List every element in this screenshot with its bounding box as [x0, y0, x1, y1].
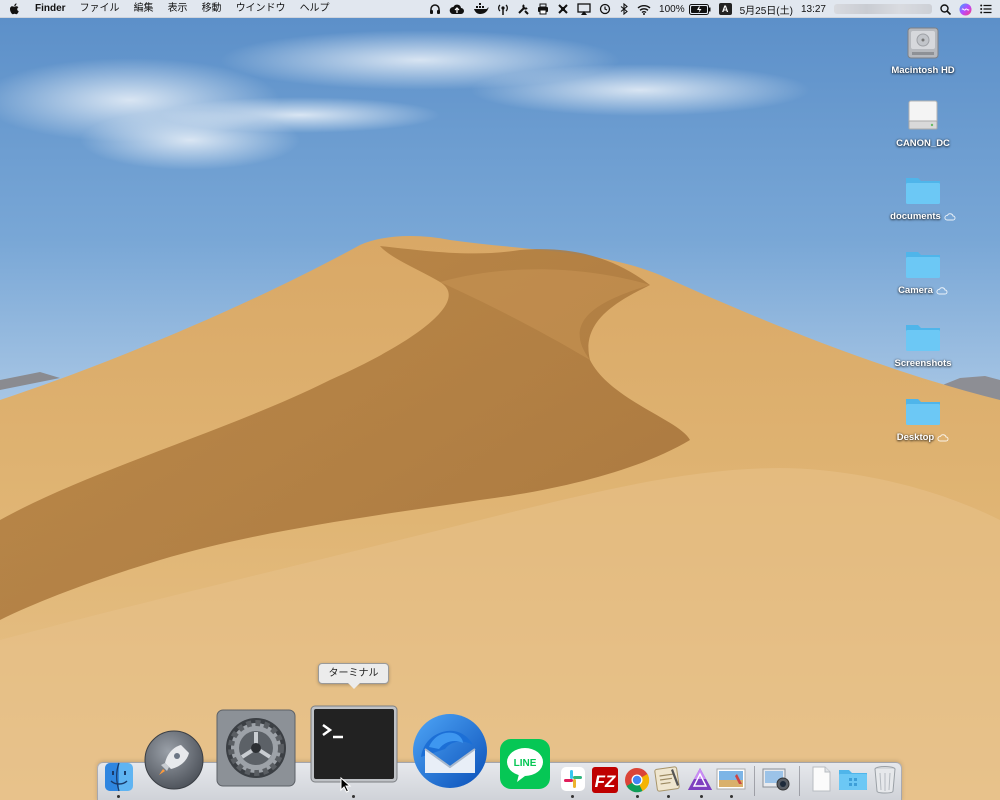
dock-slack-icon[interactable] — [560, 766, 586, 797]
dock-finder-icon[interactable] — [104, 762, 134, 797]
svg-text:FZ: FZ — [595, 772, 616, 791]
dock-running-indicator — [571, 795, 574, 798]
battery-percent: 100% — [659, 3, 685, 15]
desktop-icon-documents[interactable]: documents — [878, 170, 968, 222]
dock-terminal-icon[interactable] — [310, 705, 398, 788]
desktop-icon-label: CANON_DC — [896, 138, 950, 149]
folder-icon — [906, 178, 940, 204]
input-mode-indicator[interactable]: A — [715, 0, 736, 18]
menu-help[interactable]: ヘルプ — [293, 0, 337, 18]
desktop-icon-camera[interactable]: Camera — [878, 244, 968, 296]
dock-tooltip: ターミナル — [318, 663, 389, 689]
dock-separator — [799, 766, 800, 796]
dock-separator — [754, 766, 755, 796]
dock-trash-icon[interactable] — [872, 764, 898, 799]
bluetooth-icon[interactable] — [615, 0, 633, 18]
dock-launchpad-icon[interactable] — [143, 729, 205, 796]
desktop-icon-label: Screenshots — [894, 358, 952, 369]
desktop-icon-label: documents — [890, 211, 956, 222]
menu-edit[interactable]: 編集 — [127, 0, 161, 18]
user-name-blurred[interactable] — [834, 4, 932, 14]
desktop-icon-desktop[interactable]: Desktop — [878, 391, 968, 443]
spotlight-search-icon[interactable] — [936, 0, 955, 18]
dock-running-indicator — [352, 795, 355, 798]
desktop-icon-label: Camera — [898, 285, 948, 296]
menu-go[interactable]: 移動 — [195, 0, 229, 18]
desktop-icon-label: Desktop — [897, 432, 949, 443]
desktop[interactable]: Finder ファイル 編集 表示 移動 ウインドウ ヘルプ 100% A 5月… — [0, 0, 1000, 800]
docker-icon[interactable] — [469, 0, 493, 18]
menubar-date[interactable]: 5月25日(土) — [736, 0, 797, 18]
tools-icon[interactable] — [513, 0, 533, 18]
cloud-upload-icon[interactable] — [445, 0, 469, 18]
dock-documents-stack-icon[interactable] — [808, 765, 834, 798]
svg-text:LINE: LINE — [514, 758, 537, 769]
dock-line-icon[interactable]: LINE — [499, 738, 551, 795]
x-app-icon[interactable] — [553, 0, 573, 18]
desktop-icon-label-text: Camera — [898, 285, 933, 296]
dock-folder-icon[interactable] — [837, 766, 869, 797]
printer-icon[interactable] — [533, 0, 553, 18]
desktop-icon-macintosh-hd[interactable]: Macintosh HD — [878, 22, 968, 76]
desktop-icon-screenshots[interactable]: Screenshots — [878, 317, 968, 369]
mouse-cursor-icon — [340, 777, 352, 793]
icloud-icon — [944, 212, 956, 220]
airplay-icon[interactable] — [573, 0, 595, 18]
siri-icon[interactable] — [955, 0, 976, 18]
menu-file[interactable]: ファイル — [73, 0, 127, 18]
desktop-icon-label: Macintosh HD — [891, 65, 955, 76]
apple-menu-icon[interactable] — [0, 2, 28, 15]
desktop-icon-canon-dc[interactable]: CANON_DC — [878, 95, 968, 149]
dock-affinity-designer-icon[interactable] — [686, 766, 714, 797]
notification-center-icon[interactable] — [976, 0, 996, 18]
time-machine-icon[interactable] — [595, 0, 615, 18]
wallpaper — [0, 0, 1000, 800]
dock-running-indicator — [636, 795, 639, 798]
menu-view[interactable]: 表示 — [161, 0, 195, 18]
external-drive-icon — [908, 100, 938, 130]
dock-script-editor-icon[interactable] — [653, 765, 683, 798]
menu-window[interactable]: ウインドウ — [229, 0, 293, 18]
folder-icon — [906, 399, 940, 425]
hard-drive-icon — [907, 27, 939, 59]
menu-app-finder[interactable]: Finder — [28, 0, 73, 18]
dock-running-indicator — [700, 795, 703, 798]
dock-system-preferences-icon[interactable] — [215, 708, 297, 793]
battery-icon[interactable] — [688, 0, 715, 18]
dock-thunderbird-icon[interactable] — [409, 711, 491, 796]
dock-running-indicator — [117, 795, 120, 798]
icloud-icon — [936, 286, 948, 294]
dock-running-indicator — [730, 795, 733, 798]
desktop-icon-label-text: documents — [890, 211, 941, 222]
wifi-icon[interactable] — [633, 0, 655, 18]
dock-running-indicator — [667, 795, 670, 798]
dock-image-capture-icon[interactable] — [761, 766, 791, 797]
desktop-icon-label-text: Desktop — [896, 432, 935, 443]
folder-icon — [906, 252, 940, 278]
menubar-clock[interactable]: 13:27 — [797, 0, 830, 18]
dock-preview-icon[interactable] — [715, 766, 747, 797]
folder-icon — [906, 325, 940, 351]
headphones-icon[interactable] — [425, 0, 445, 18]
dock-chrome-icon[interactable] — [624, 767, 650, 798]
dock-filezilla-icon[interactable]: FZ — [591, 766, 619, 799]
antenna-icon[interactable] — [493, 0, 513, 18]
icloud-icon — [937, 433, 949, 441]
menu-bar: Finder ファイル 編集 表示 移動 ウインドウ ヘルプ 100% A 5月… — [0, 0, 1000, 18]
